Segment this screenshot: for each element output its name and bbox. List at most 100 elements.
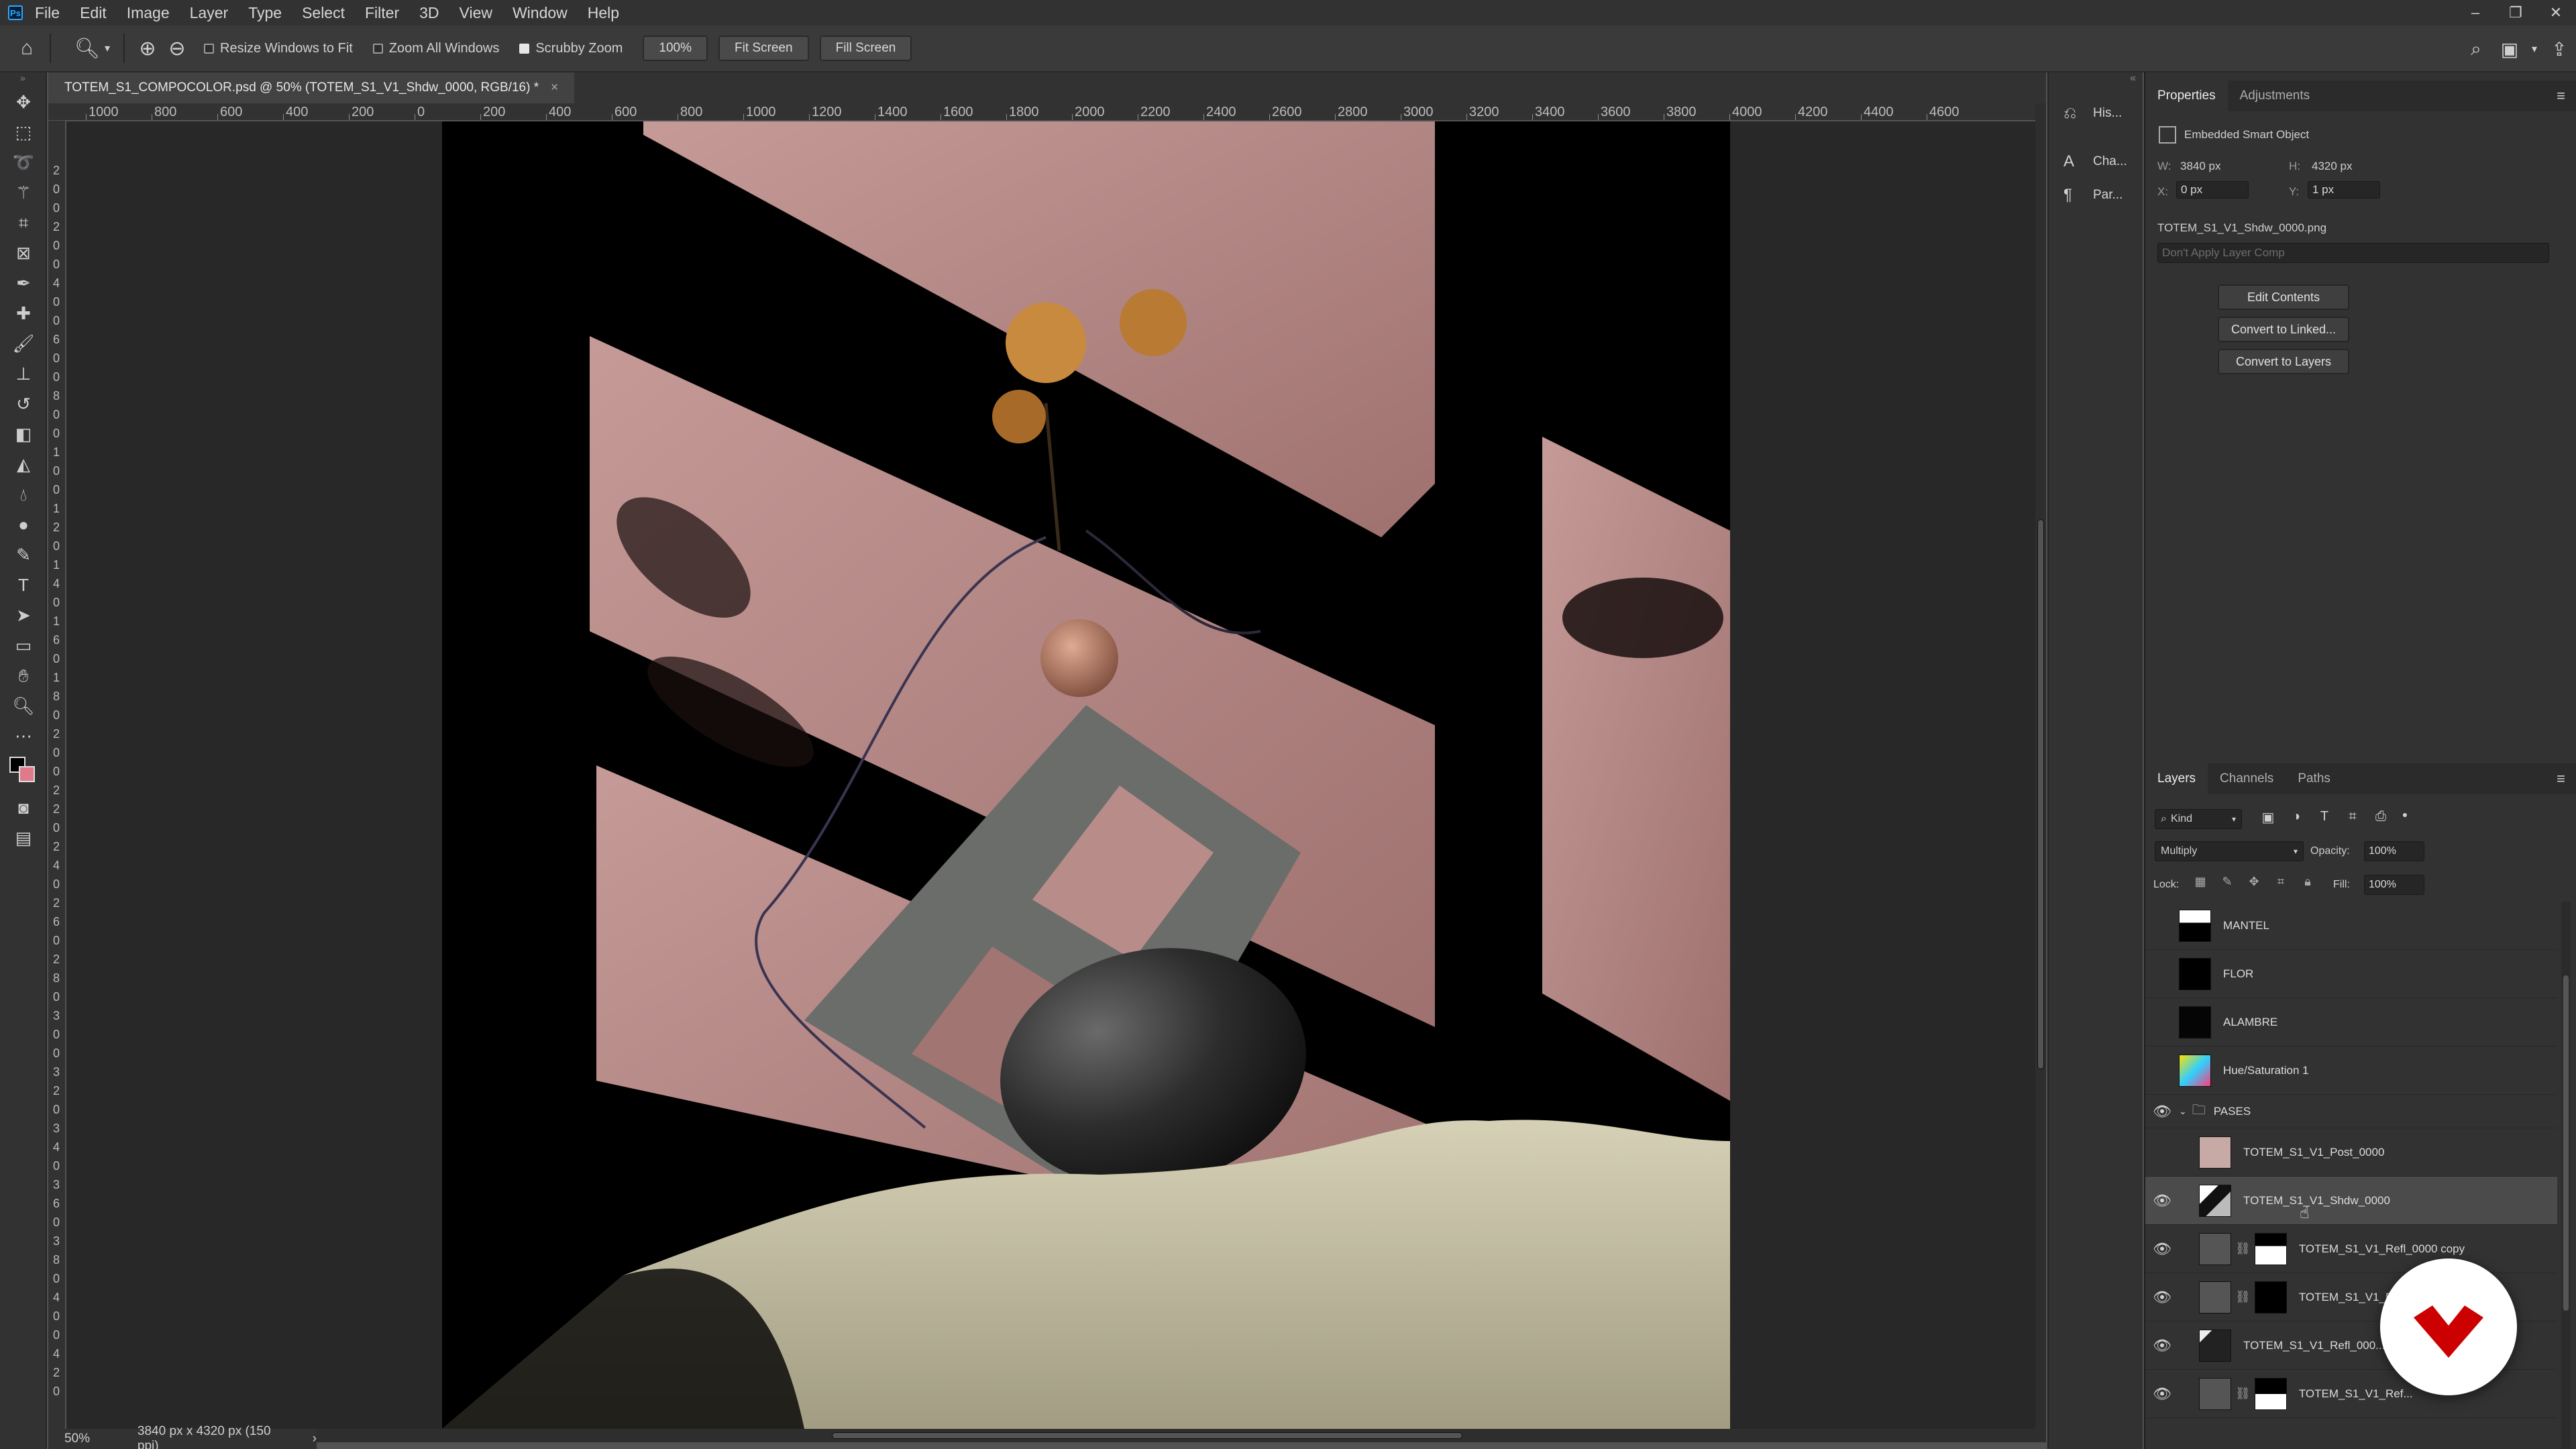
home-icon[interactable]: ⌂ — [13, 35, 40, 62]
layer-row[interactable]: FLOR — [2145, 950, 2557, 998]
eye-icon[interactable]: 👁︎ — [2145, 1385, 2179, 1403]
eraser-tool-icon[interactable]: ◧ — [0, 419, 47, 449]
menu-window[interactable]: Window — [513, 4, 568, 22]
layers-menu-icon[interactable]: ≡ — [2557, 770, 2565, 788]
document-tab[interactable]: TOTEM_S1_COMPOCOLOR.psd @ 50% (TOTEM_S1_… — [48, 72, 575, 103]
opacity-input[interactable]: 100% — [2364, 841, 2424, 861]
checkbox-box[interactable] — [204, 43, 214, 54]
restore-button[interactable]: ❐ — [2496, 4, 2536, 21]
minimize-button[interactable]: – — [2455, 4, 2496, 21]
zoom-all-checkbox[interactable]: Zoom All Windows — [372, 41, 499, 56]
tab-channels[interactable]: Channels — [2208, 763, 2286, 794]
eye-icon[interactable]: 👁︎ — [2145, 1103, 2179, 1120]
canvas-area[interactable] — [66, 121, 2035, 1429]
panel-menu-icon[interactable]: ≡ — [2557, 87, 2565, 105]
menu-3d[interactable]: 3D — [419, 4, 439, 22]
search-icon[interactable]: ⌕ — [2459, 38, 2493, 60]
menu-layer[interactable]: Layer — [190, 4, 229, 22]
fill-screen-button[interactable]: Fill Screen — [819, 36, 912, 61]
status-arrow-icon[interactable]: › — [313, 1432, 317, 1446]
workspace-icon[interactable]: ▣ — [2493, 38, 2526, 60]
scrollbar-thumb[interactable] — [2563, 975, 2569, 1311]
zoom-in-icon[interactable]: ⊕ — [134, 35, 161, 62]
menu-type[interactable]: Type — [248, 4, 282, 22]
checkbox-box-checked[interactable] — [519, 43, 530, 54]
ruler-top[interactable]: 1000 800 600 400 200 0 200 400 600 800 1000 1200 140… — [48, 103, 2035, 121]
lock-image-icon[interactable]: ✎ — [2214, 875, 2241, 889]
lasso-tool-icon[interactable]: ➰ — [0, 148, 47, 178]
scrubby-zoom-checkbox[interactable]: Scrubby Zoom — [519, 41, 623, 56]
zoom-100-button[interactable]: 100% — [643, 36, 708, 61]
tab-properties[interactable]: Properties — [2145, 80, 2228, 111]
healing-brush-tool-icon[interactable]: ✚ — [0, 299, 47, 329]
magic-wand-tool-icon[interactable]: ⚚ — [0, 178, 47, 208]
color-swatches[interactable] — [0, 751, 47, 793]
chevron-down-icon[interactable]: ▾ — [101, 35, 114, 62]
y-input[interactable]: 1 px — [2308, 181, 2380, 199]
collapse-icon[interactable]: » — [0, 72, 46, 87]
layer-row-selected[interactable]: 👁︎ TOTEM_S1_V1_Shdw_0000 ☝︎ — [2145, 1177, 2557, 1225]
eye-icon[interactable]: 👁︎ — [2145, 1192, 2179, 1210]
menu-filter[interactable]: Filter — [365, 4, 399, 22]
layer-row[interactable]: MANTEL — [2145, 902, 2557, 950]
brush-tool-icon[interactable]: 🖌︎ — [0, 329, 47, 359]
screen-mode-icon[interactable]: ▤ — [0, 823, 47, 853]
move-tool-icon[interactable]: ✥ — [0, 87, 47, 117]
resize-windows-checkbox[interactable]: Resize Windows to Fit — [204, 41, 353, 56]
eye-icon[interactable]: 👁︎ — [2145, 1337, 2179, 1354]
paragraph-panel-button[interactable]: ¶ Par... — [2049, 178, 2143, 212]
zoom-level[interactable]: 50% — [64, 1432, 124, 1446]
lock-all-icon[interactable]: 🔒︎ — [2294, 875, 2321, 889]
rectangle-tool-icon[interactable]: ▭ — [0, 631, 47, 661]
convert-to-layers-button[interactable]: Convert to Layers — [2218, 349, 2349, 374]
fit-screen-button[interactable]: Fit Screen — [718, 36, 809, 61]
artwork-canvas[interactable] — [442, 121, 1730, 1429]
zoom-out-icon[interactable]: ⊖ — [164, 35, 191, 62]
convert-to-linked-button[interactable]: Convert to Linked... — [2218, 317, 2349, 342]
eyedropper-tool-icon[interactable]: ✒ — [0, 268, 47, 299]
zoom-tool-icon[interactable]: 🔍︎ — [0, 691, 47, 721]
lock-artboard-icon[interactable]: ⌗ — [2267, 875, 2294, 889]
more-tools-icon[interactable]: ⋯ — [0, 721, 47, 751]
dodge-tool-icon[interactable]: ● — [0, 510, 47, 540]
quick-mask-icon[interactable]: ◙ — [0, 793, 47, 823]
link-icon[interactable]: ⛓︎ — [2235, 1242, 2251, 1256]
layer-filter-select[interactable]: ⌕ Kind ▾ — [2155, 809, 2242, 829]
menu-file[interactable]: File — [35, 4, 60, 22]
layer-comp-select[interactable]: Don't Apply Layer Comp — [2157, 243, 2549, 263]
mask-thumbnail[interactable] — [2254, 1377, 2287, 1410]
frame-tool-icon[interactable]: ⊠ — [0, 238, 47, 268]
crop-tool-icon[interactable]: ⌗ — [0, 208, 47, 238]
eye-icon[interactable]: 👁︎ — [2145, 1240, 2179, 1258]
blur-tool-icon[interactable]: 💧︎ — [0, 480, 47, 510]
width-value[interactable]: 3840 px — [2180, 160, 2221, 173]
adjustment-filter-icon[interactable]: ◑ — [2282, 809, 2310, 826]
expand-panels-icon[interactable]: « — [2049, 72, 2143, 97]
tab-adjustments[interactable]: Adjustments — [2228, 80, 2322, 111]
lock-transparent-icon[interactable]: ▦ — [2187, 875, 2214, 889]
share-icon[interactable]: ⇪ — [2542, 38, 2576, 60]
chevron-down-icon[interactable]: ⌄ — [2179, 1106, 2187, 1117]
menu-help[interactable]: Help — [588, 4, 619, 22]
x-input[interactable]: 0 px — [2176, 181, 2249, 199]
layer-row[interactable]: Hue/Saturation 1 — [2145, 1046, 2557, 1095]
checkbox-box[interactable] — [372, 43, 383, 54]
layers-scrollbar[interactable] — [2561, 902, 2571, 1449]
eye-icon[interactable]: 👁︎ — [2145, 1289, 2179, 1306]
background-color-swatch[interactable] — [19, 766, 35, 782]
path-selection-tool-icon[interactable]: ➤ — [0, 600, 47, 631]
hand-tool-icon[interactable]: ✋︎ — [0, 661, 47, 691]
menu-edit[interactable]: Edit — [80, 4, 107, 22]
fill-input[interactable]: 100% — [2364, 875, 2424, 895]
pen-tool-icon[interactable]: ✎ — [0, 540, 47, 570]
vertical-scrollbar[interactable] — [2035, 103, 2046, 1429]
layer-row[interactable]: TOTEM_S1_V1_Post_0000 — [2145, 1128, 2557, 1177]
layer-row[interactable]: ALAMBRE — [2145, 998, 2557, 1046]
mask-thumbnail[interactable] — [2254, 1281, 2287, 1313]
character-panel-button[interactable]: A Cha... — [2049, 145, 2143, 178]
pixel-filter-icon[interactable]: ▣ — [2254, 809, 2282, 826]
type-tool-icon[interactable]: T — [0, 570, 47, 600]
horizontal-scrollbar[interactable] — [315, 1429, 2046, 1442]
link-icon[interactable]: ⛓︎ — [2235, 1290, 2251, 1304]
history-panel-button[interactable]: ⎌ His... — [2049, 97, 2143, 130]
